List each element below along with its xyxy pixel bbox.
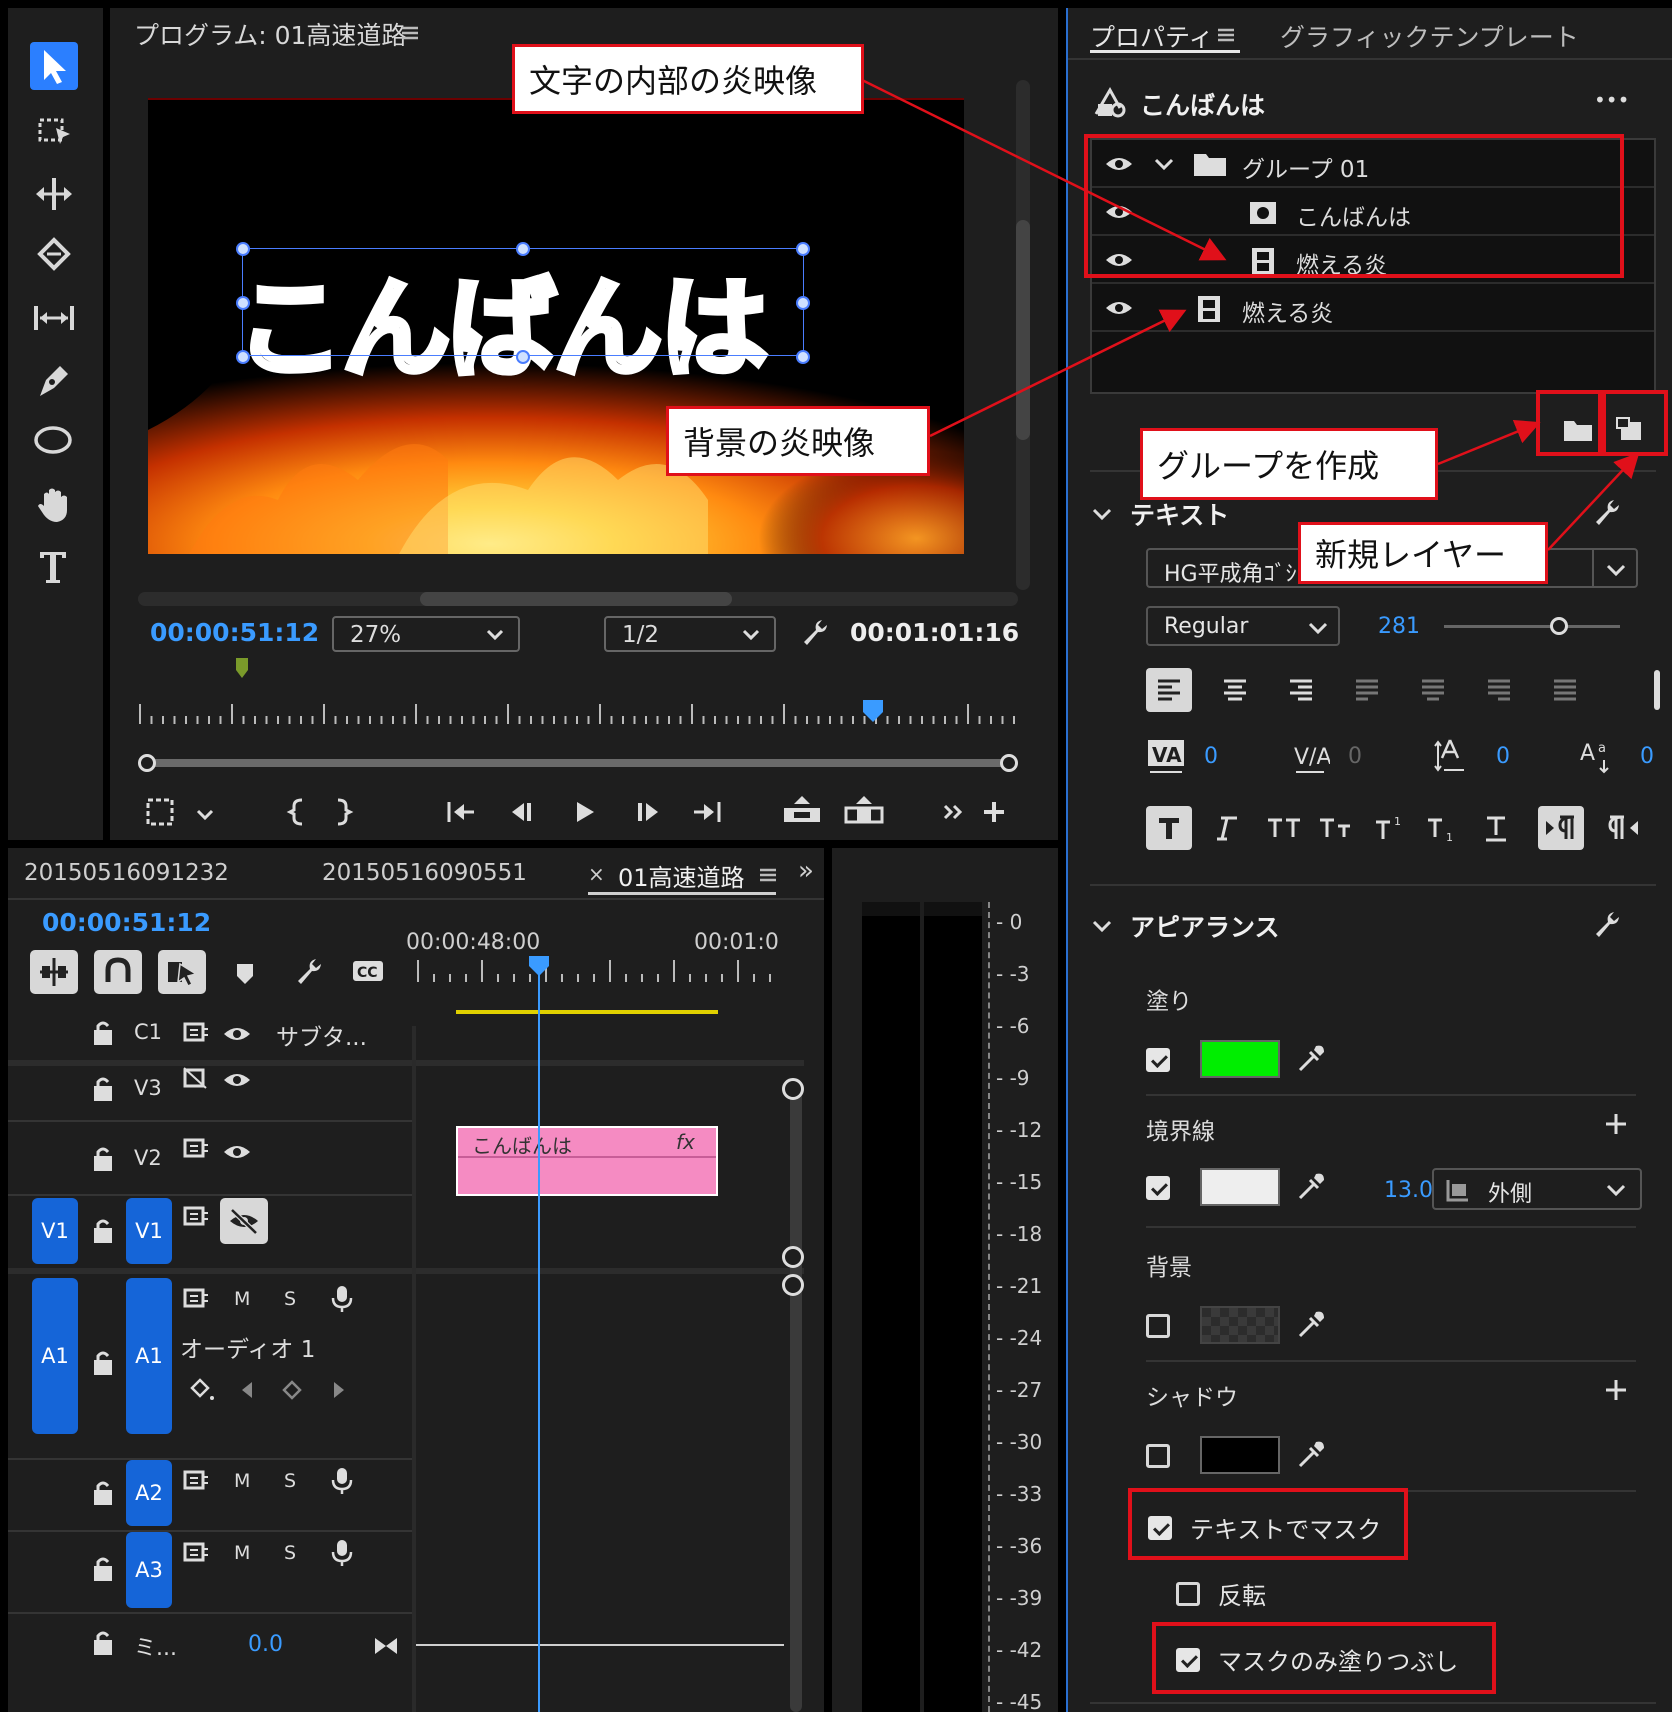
callout-create-group: グループを作成 bbox=[1140, 428, 1438, 500]
highlight-create-group-button bbox=[1536, 390, 1602, 456]
highlight-group-layers bbox=[1084, 134, 1624, 278]
callout-new-layer: 新規レイヤー bbox=[1298, 522, 1548, 584]
callout-bg-fire: 背景の炎映像 bbox=[666, 406, 930, 476]
highlight-mask-fill-only bbox=[1152, 1622, 1496, 1694]
callout-inner-fire: 文字の内部の炎映像 bbox=[512, 44, 864, 114]
highlight-mask-with-text bbox=[1128, 1488, 1408, 1560]
highlight-new-layer-button bbox=[1602, 390, 1668, 456]
